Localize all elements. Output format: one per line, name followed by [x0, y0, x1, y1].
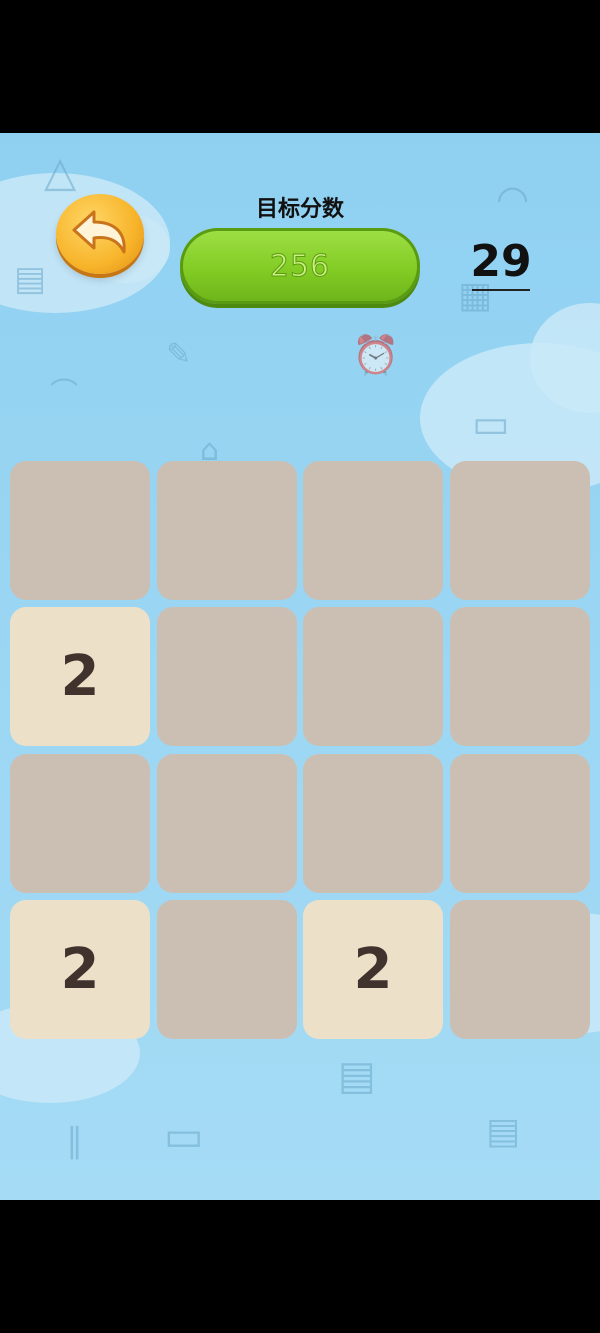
board-cell: [157, 900, 297, 1039]
number-tile: 2: [10, 900, 150, 1039]
board-cell: [303, 754, 443, 893]
game-stage: △ ▤ ◠ ▦ ✎ ⏰ ⌒ ▭ ⌂ ▤ ∥ ▭ ▤ 目标分数 256 29 2 …: [0, 133, 600, 1200]
board-cell: [157, 607, 297, 746]
board-cell: [450, 900, 590, 1039]
board-cell: [10, 754, 150, 893]
tile-value: 2: [60, 644, 100, 709]
moves-underline: [472, 289, 530, 291]
board-cell: [450, 754, 590, 893]
books-icon: ▤: [14, 259, 47, 299]
number-tile: 2: [303, 900, 443, 1039]
stacked-books-icon: ▤: [486, 1111, 521, 1152]
board-cell: [450, 461, 590, 600]
paperclip-icon: ⌒: [50, 376, 79, 409]
stacked-books-icon: ▤: [338, 1053, 376, 1099]
protractor-icon: ◠: [496, 177, 530, 221]
triangle-ruler-icon: △: [44, 147, 77, 196]
navigation-bar-area: [0, 1200, 600, 1333]
game-board[interactable]: 2 2 2: [10, 461, 590, 1039]
board-cell: [303, 607, 443, 746]
moves-counter: 29: [470, 236, 532, 287]
tile-value: 2: [60, 937, 100, 1002]
board-cell: [10, 461, 150, 600]
undo-arrow-icon: [72, 210, 126, 254]
tile-value: 2: [353, 937, 393, 1002]
pencils-icon: ∥: [66, 1121, 83, 1161]
number-tile: 2: [10, 607, 150, 746]
open-book-icon: ▭: [472, 401, 510, 447]
back-button[interactable]: [56, 194, 144, 274]
alarm-clock-icon: ⏰: [352, 333, 400, 377]
board-cell: [303, 461, 443, 600]
pencil-icon: ✎: [166, 337, 192, 372]
board-cell: [157, 461, 297, 600]
target-score-label: 目标分数: [255, 197, 344, 222]
target-score-pill: 256: [180, 228, 420, 304]
status-bar-area: [0, 0, 600, 133]
board-cell: [157, 754, 297, 893]
open-book-icon: ▭: [164, 1111, 204, 1160]
target-score-value: 256: [269, 248, 331, 284]
board-cell: [450, 607, 590, 746]
